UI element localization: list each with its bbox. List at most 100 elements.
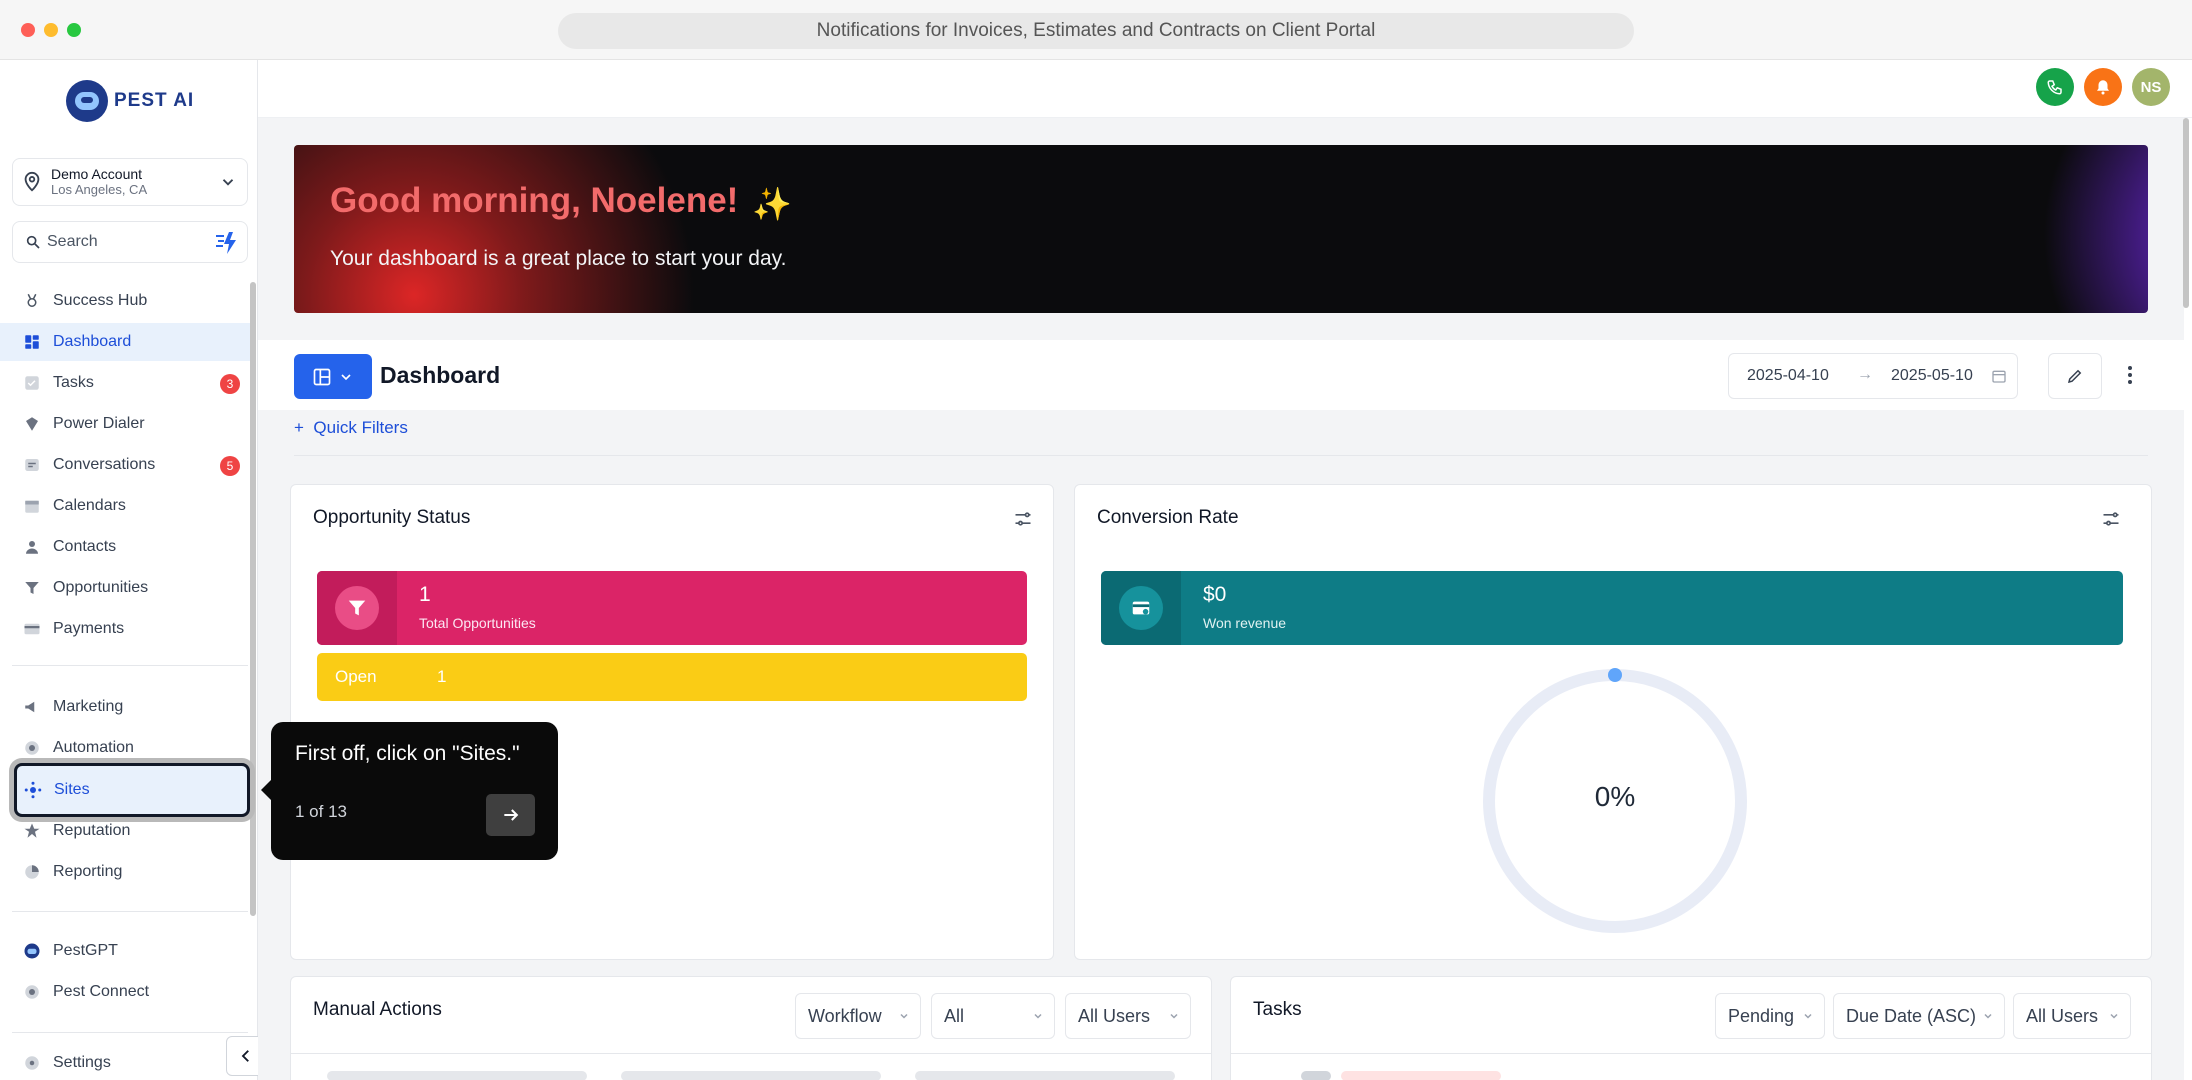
sidebar-item-label: Tasks [53, 374, 94, 391]
payment-card-icon [1119, 586, 1163, 630]
more-options-button[interactable] [2120, 360, 2140, 390]
tasks-card: Tasks Pending Due Date (ASC) All Users [1230, 976, 2152, 1080]
close-window-button[interactable] [21, 23, 35, 37]
checkbox-icon [22, 373, 42, 393]
sidebar-item-label: Settings [53, 1054, 111, 1071]
filter-settings-icon[interactable] [1013, 509, 1033, 529]
conversations-count-badge: 5 [220, 456, 240, 476]
maximize-window-button[interactable] [67, 23, 81, 37]
arrow-right-icon [503, 809, 518, 821]
sidebar-item-reporting[interactable]: Reporting [0, 853, 250, 891]
sidebar-item-label: Sites [54, 781, 90, 798]
sidebar-item-label: Marketing [53, 698, 124, 715]
open-opportunities-bar[interactable]: Open 1 [317, 653, 1027, 701]
sidebar-item-conversations[interactable]: Conversations 5 [0, 446, 250, 484]
dashboard-switcher-button[interactable] [294, 354, 372, 399]
filters-divider [294, 455, 2148, 456]
sidebar-divider [12, 665, 248, 666]
task-sort-select[interactable]: Due Date (ASC) [1833, 993, 2005, 1039]
opportunity-icon-box [317, 571, 397, 645]
total-opportunities-tile[interactable]: 1 Total Opportunities [317, 571, 1027, 645]
open-label: Open [335, 667, 377, 686]
pest-ai-logo-icon [66, 80, 108, 122]
card-title: Opportunity Status [313, 507, 471, 528]
edit-dashboard-button[interactable] [2048, 353, 2102, 399]
sidebar-item-calendars[interactable]: Calendars [0, 487, 250, 525]
notifications-button[interactable] [2084, 68, 2122, 106]
sidebar-item-label: Power Dialer [53, 415, 145, 432]
greeting-text: Good morning, Noelene! [330, 181, 739, 220]
minimize-window-button[interactable] [44, 23, 58, 37]
chevron-down-icon [341, 373, 351, 380]
search-placeholder: Search [47, 233, 98, 250]
filter-settings-icon[interactable] [2101, 509, 2121, 529]
task-status-select[interactable]: Pending [1715, 993, 1825, 1039]
account-name: Demo Account [51, 166, 143, 182]
connect-icon [22, 982, 42, 1002]
revenue-icon-box [1101, 571, 1181, 645]
sidebar-item-success-hub[interactable]: Success Hub [0, 282, 250, 320]
quick-action-bolt-icon[interactable] [213, 230, 239, 256]
won-revenue-tile[interactable]: $0 Won revenue [1101, 571, 2123, 645]
sidebar-item-pest-connect[interactable]: Pest Connect [0, 973, 250, 1011]
sidebar-divider [12, 911, 248, 912]
workflow-filter-select[interactable]: Workflow [795, 993, 921, 1039]
sidebar-item-label: Reporting [53, 863, 123, 880]
quick-filters-link[interactable]: + Quick Filters [294, 418, 408, 438]
overdue-badge-peek [1341, 1071, 1501, 1080]
placeholder-row [327, 1071, 587, 1080]
sidebar-item-pestgpt[interactable]: PestGPT [0, 932, 250, 970]
search-icon [26, 235, 40, 249]
account-switcher[interactable]: Demo Account Los Angeles, CA [12, 158, 248, 206]
task-row-peek [1301, 1071, 1331, 1080]
conversion-rate-value: 0% [1594, 781, 1636, 812]
open-value: 1 [437, 667, 447, 686]
status-filter-select[interactable]: All [931, 993, 1055, 1039]
sidebar-item-tasks[interactable]: Tasks 3 [0, 364, 250, 402]
dashboard-header: Dashboard 2025-04-10 → 2025-05-10 [258, 340, 2184, 410]
tasks-count-badge: 3 [220, 374, 240, 394]
account-location: Los Angeles, CA [51, 182, 148, 197]
brand-name: PEST AI [114, 90, 195, 111]
sidebar-item-label: Automation [53, 739, 134, 756]
sidebar-item-sites[interactable]: Sites [14, 763, 250, 817]
phone-icon [2047, 80, 2062, 95]
product-tour-tooltip: First off, click on "Sites." 1 of 13 [261, 722, 558, 860]
layout-icon [313, 368, 331, 385]
users-filter-select[interactable]: All Users [1065, 993, 1191, 1039]
sidebar-item-settings[interactable]: Settings [0, 1044, 250, 1080]
task-users-select[interactable]: All Users [2013, 993, 2131, 1039]
brand-logo[interactable]: PEST AI [66, 80, 194, 122]
sidebar-item-label: Dashboard [53, 333, 132, 350]
sidebar-search[interactable]: Search [12, 221, 248, 263]
date-range-picker[interactable]: 2025-04-10 → 2025-05-10 [1728, 353, 2018, 399]
user-avatar[interactable]: NS [2132, 68, 2170, 106]
sidebar-item-payments[interactable]: Payments [0, 610, 250, 648]
chevron-down-icon [1034, 1013, 1042, 1019]
chat-icon [22, 455, 42, 475]
chevron-down-icon [1984, 1013, 1992, 1019]
quick-filters-label: Quick Filters [313, 418, 408, 437]
sidebar-item-automation[interactable]: Automation [0, 729, 250, 767]
tour-next-button[interactable] [486, 794, 535, 836]
date-to: 2025-05-10 [1891, 367, 1973, 384]
sidebar-scrollbar[interactable] [250, 282, 256, 916]
total-opportunities-label: Total Opportunities [419, 615, 536, 631]
card-title: Tasks [1253, 999, 1302, 1020]
sidebar-divider [12, 1032, 248, 1033]
sidebar-item-dashboard[interactable]: Dashboard [0, 323, 250, 361]
sidebar-item-opportunities[interactable]: Opportunities [0, 569, 250, 607]
sidebar-item-label: PestGPT [53, 942, 118, 959]
sidebar-item-power-dialer[interactable]: Power Dialer [0, 405, 250, 443]
select-value: Workflow [808, 1005, 882, 1026]
sidebar-item-contacts[interactable]: Contacts [0, 528, 250, 566]
main-scrollbar[interactable] [2183, 118, 2189, 308]
dashboard-icon [22, 332, 42, 352]
sparkles-icon: ✨ [752, 186, 792, 222]
more-vertical-icon [2128, 366, 2132, 384]
sidebar-item-marketing[interactable]: Marketing [0, 688, 250, 726]
phone-button[interactable] [2036, 68, 2074, 106]
won-revenue-label: Won revenue [1203, 615, 1287, 631]
pie-chart-icon [22, 862, 42, 882]
sidebar-item-reputation[interactable]: Reputation [0, 812, 250, 850]
